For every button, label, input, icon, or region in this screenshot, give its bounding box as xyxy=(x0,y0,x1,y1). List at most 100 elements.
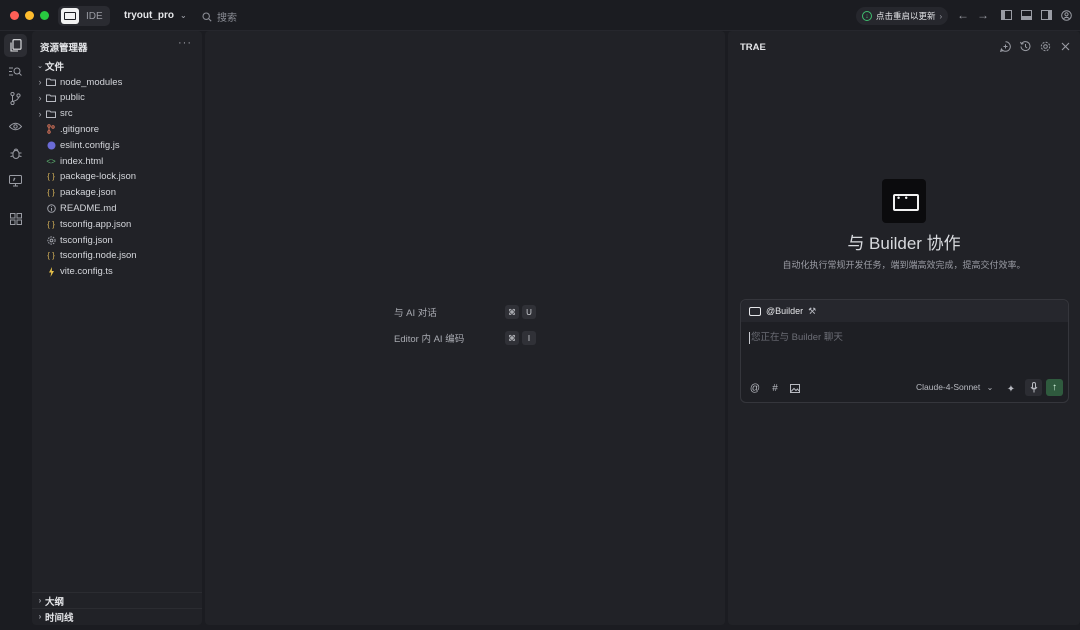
kbd-key: I xyxy=(522,331,536,345)
model-name: Claude-4-Sonnet xyxy=(916,382,981,392)
timeline-label: 时间线 xyxy=(45,612,74,624)
info-icon xyxy=(45,202,57,214)
sparkle-icon[interactable]: ✦ xyxy=(1003,381,1019,397)
minimize-window-button[interactable] xyxy=(25,11,34,20)
search-box[interactable]: 搜索 xyxy=(202,9,237,24)
toggle-left-panel-icon[interactable] xyxy=(999,8,1013,22)
tree-file[interactable]: .gitignore xyxy=(32,121,202,137)
chevron-down-icon: ⌄ xyxy=(986,383,994,392)
extensions-activity-button[interactable] xyxy=(4,207,27,230)
tree-folder[interactable]: › src xyxy=(32,106,202,122)
tree-file[interactable]: eslint.config.js xyxy=(32,137,202,153)
files-icon xyxy=(9,39,22,52)
kbd-key: ⌘ xyxy=(505,305,519,319)
tree-item-label: .gitignore xyxy=(60,123,100,135)
hero-title: 与 Builder 协作 xyxy=(847,234,961,253)
model-selector[interactable]: Claude-4-Sonnet ⌄ xyxy=(916,382,993,392)
chevron-right-icon: › xyxy=(38,92,42,103)
tree-item-label: tsconfig.node.json xyxy=(60,250,137,262)
account-icon[interactable] xyxy=(1059,8,1073,22)
tree-file[interactable]: tsconfig.json xyxy=(32,232,202,248)
tree-file[interactable]: { } package.json xyxy=(32,185,202,201)
html-icon: <> xyxy=(46,156,56,166)
chat-composer: @Builder ⚒ 您正在与 Builder 聊天 @ # Claude-4-… xyxy=(740,299,1069,403)
workspace-root[interactable]: ⌄ 文件 xyxy=(32,58,202,74)
restart-to-update-button[interactable]: ↓ 点击重启以更新 › xyxy=(856,7,949,25)
explorer-header: 资源管理器 xyxy=(40,43,88,54)
tree-file[interactable]: README.md xyxy=(32,200,202,216)
close-window-button[interactable] xyxy=(10,11,19,20)
chat-input[interactable]: 您正在与 Builder 聊天 xyxy=(749,332,1049,344)
hero-subtitle: 自动化执行常规开发任务，端到端高效完成，提高交付效率。 xyxy=(782,260,1026,270)
chevron-right-icon: › xyxy=(38,596,42,605)
outline-section[interactable]: › 大纲 xyxy=(32,592,202,608)
editor-area[interactable]: 与 AI 对话 ⌘ U Editor 内 AI 编码 ⌘ I xyxy=(205,31,725,625)
project-selector[interactable]: tryout_pro ⌄ xyxy=(124,10,187,21)
mention-icon[interactable]: @ xyxy=(747,380,763,396)
toggle-bottom-panel-icon[interactable] xyxy=(1019,8,1033,22)
chevron-down-icon: ⌄ xyxy=(37,63,43,70)
tree-item-label: node_modules xyxy=(60,76,123,88)
settings-icon xyxy=(45,234,57,246)
timeline-section[interactable]: › 时间线 xyxy=(32,608,202,624)
tree-item-label: eslint.config.js xyxy=(60,139,120,151)
tree-file[interactable]: <> index.html xyxy=(32,153,202,169)
json-icon: { } xyxy=(47,172,55,182)
kbd-key: U xyxy=(522,305,536,319)
image-upload-icon[interactable] xyxy=(787,380,803,396)
tree-item-label: src xyxy=(60,108,73,120)
tree-file[interactable]: vite.config.ts xyxy=(32,264,202,280)
hint-label: Editor 内 AI 编码 xyxy=(394,334,465,345)
activity-bar xyxy=(0,31,31,625)
explorer-panel: 资源管理器 ··· ⌄ 文件 › node_modules › public › src.… xyxy=(32,31,202,625)
close-icon[interactable] xyxy=(1059,40,1072,53)
tree-item-label: index.html xyxy=(60,155,104,167)
eye-icon xyxy=(9,122,22,131)
source-control-activity-button[interactable] xyxy=(4,87,27,110)
toggle-right-panel-icon[interactable] xyxy=(1039,8,1053,22)
vite-icon xyxy=(45,266,57,278)
search-placeholder: 搜索 xyxy=(217,13,237,24)
trae-logo-icon xyxy=(61,8,79,24)
bug-icon xyxy=(9,148,22,159)
json-icon: { } xyxy=(47,219,55,229)
tree-file[interactable]: { } tsconfig.app.json xyxy=(32,216,202,232)
chevron-right-icon: › xyxy=(38,77,42,87)
agent-tag-bar: @Builder ⚒ xyxy=(741,300,1068,322)
microphone-button[interactable] xyxy=(1025,379,1042,396)
folder-icon xyxy=(45,76,57,88)
tree-item-label: tsconfig.json xyxy=(60,234,113,246)
new-chat-icon[interactable] xyxy=(999,40,1012,53)
zoom-window-button[interactable] xyxy=(40,11,49,20)
hash-icon[interactable]: # xyxy=(767,380,783,396)
ide-mode-label: IDE xyxy=(86,10,103,22)
tree-item-label: README.md xyxy=(60,202,117,214)
search-activity-button[interactable] xyxy=(4,60,27,83)
more-actions-icon[interactable]: ··· xyxy=(178,37,192,49)
builder-logo-icon xyxy=(882,179,926,223)
hint-label: 与 AI 对话 xyxy=(394,308,437,319)
back-arrow-icon[interactable]: ← xyxy=(956,8,970,22)
update-label: 点击重启以更新 xyxy=(876,11,936,21)
tree-item-label: public xyxy=(60,92,85,104)
tree-file[interactable]: { } package-lock.json xyxy=(32,169,202,185)
tree-folder[interactable]: › node_modules xyxy=(32,74,202,90)
gear-icon[interactable] xyxy=(1039,40,1052,53)
tree-file[interactable]: { } tsconfig.node.json xyxy=(32,248,202,264)
folder-icon xyxy=(45,92,57,104)
tree-folder[interactable]: › public xyxy=(32,90,202,106)
tree-item-label: vite.config.ts xyxy=(60,266,113,278)
debug-activity-button[interactable] xyxy=(4,142,27,165)
ai-chat-panel: TRAE 与 Builder 协作 自动化执行常规开发任务，端到端高效完成，提高… xyxy=(728,31,1080,625)
explorer-activity-button[interactable] xyxy=(4,34,27,57)
tools-icon[interactable]: ⚒ xyxy=(808,306,816,317)
chevron-right-icon: › xyxy=(38,612,42,621)
preview-activity-button[interactable] xyxy=(4,115,27,138)
remote-activity-button[interactable] xyxy=(4,169,27,192)
forward-arrow-icon[interactable]: → xyxy=(976,8,990,22)
send-button[interactable]: ↑ xyxy=(1046,379,1063,396)
kbd-key: ⌘ xyxy=(505,331,519,345)
ide-mode-switch[interactable]: IDE xyxy=(58,6,110,26)
search-list-icon xyxy=(9,67,22,76)
history-icon[interactable] xyxy=(1019,40,1032,53)
